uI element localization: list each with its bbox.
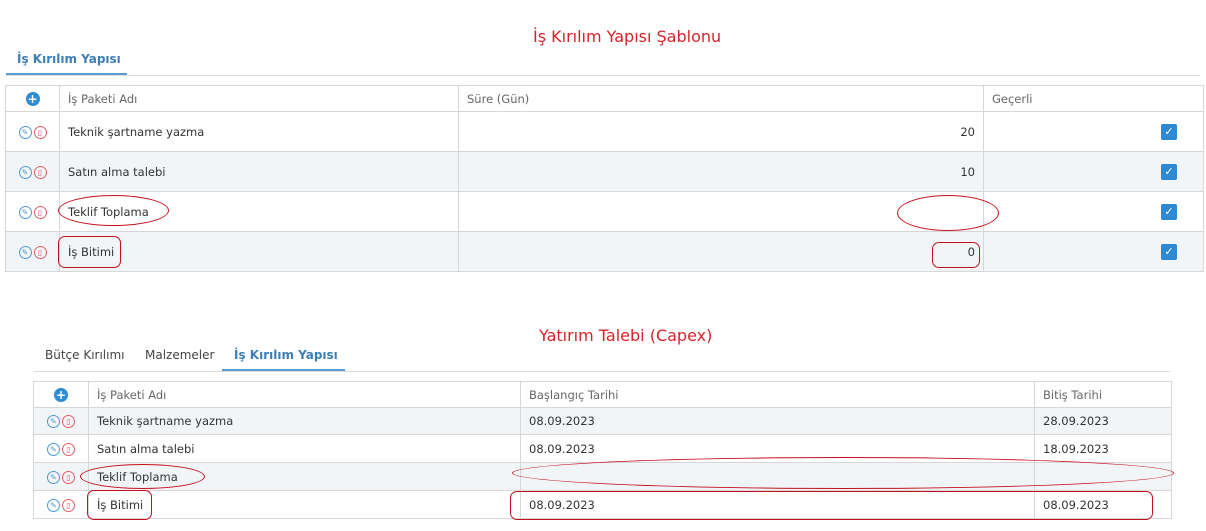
table-row: ✎ ▯ Teklif Toplama [33, 462, 1172, 491]
checkmark-icon[interactable]: ✓ [1161, 123, 1177, 140]
checkmark-icon[interactable]: ✓ [1161, 203, 1177, 220]
trash-icon[interactable]: ▯ [33, 245, 47, 259]
trash-icon[interactable]: ▯ [62, 415, 75, 428]
plus-circle-icon[interactable]: + [54, 387, 68, 402]
header-work-package[interactable]: İş Paketi Adı [59, 85, 459, 112]
checkmark-icon[interactable]: ✓ [1161, 163, 1177, 180]
pencil-icon[interactable]: ✎ [18, 245, 32, 259]
work-package-name: Teknik şartname yazma [88, 407, 521, 435]
pencil-icon[interactable]: ✎ [18, 205, 32, 219]
row-actions: ✎ ▯ [33, 490, 89, 519]
duration-value: 10 [458, 151, 984, 192]
end-date [1034, 462, 1172, 491]
duration-value: 0 [458, 231, 984, 272]
pencil-icon[interactable]: ✎ [47, 442, 60, 456]
table-row: ✎ ▯ Satın alma talebi 10 ✓ [5, 151, 1204, 192]
row-actions: ✎ ▯ [33, 407, 89, 435]
duration-value: 20 [458, 111, 984, 152]
header-valid[interactable]: Geçerli [983, 85, 1204, 112]
template-title: İş Kırılım Yapısı Şablonu [533, 27, 722, 46]
end-date: 28.09.2023 [1034, 407, 1172, 435]
trash-icon[interactable]: ▯ [33, 205, 47, 219]
capex-title: Yatırım Talebi (Capex) [539, 326, 713, 345]
table-header-row: + İş Paketi Adı Başlangıç Tarihi Bitiş T… [33, 381, 1172, 408]
add-header-cell: + [5, 85, 60, 112]
tab-materials[interactable]: Malzemeler [145, 348, 214, 362]
tab-bar-divider [34, 371, 1170, 372]
header-start-date[interactable]: Başlangıç Tarihi [520, 381, 1035, 408]
row-actions: ✎ ▯ [5, 191, 60, 232]
plus-circle-icon[interactable]: + [25, 91, 40, 106]
capex-table: + İş Paketi Adı Başlangıç Tarihi Bitiş T… [33, 381, 1172, 519]
start-date: 08.09.2023 [520, 407, 1035, 435]
duration-value [458, 191, 984, 232]
pencil-icon[interactable]: ✎ [47, 470, 60, 484]
trash-icon[interactable]: ▯ [62, 470, 75, 484]
trash-icon[interactable]: ▯ [33, 165, 47, 179]
row-actions: ✎ ▯ [5, 231, 60, 272]
pencil-icon[interactable]: ✎ [47, 498, 60, 512]
table-header-row: + İş Paketi Adı Süre (Gün) Geçerli [5, 85, 1204, 112]
tab-budget-breakdown[interactable]: Bütçe Kırılımı [45, 348, 125, 362]
row-actions: ✎ ▯ [33, 434, 89, 463]
start-date: 08.09.2023 [520, 434, 1035, 463]
end-date: 18.09.2023 [1034, 434, 1172, 463]
table-row: ✎ ▯ Teknik şartname yazma 08.09.2023 28.0… [33, 407, 1172, 435]
trash-icon[interactable]: ▯ [33, 125, 47, 139]
valid-cell: ✓ [983, 151, 1204, 192]
header-work-package[interactable]: İş Paketi Adı [88, 381, 521, 408]
row-actions: ✎ ▯ [5, 151, 60, 192]
tab-bar-divider [6, 75, 1200, 76]
work-package-name: Satın alma talebi [59, 151, 459, 192]
start-date: 08.09.2023 [520, 490, 1035, 519]
table-row: ✎ ▯ Satın alma talebi 08.09.2023 18.09.20… [33, 434, 1172, 463]
checkmark-icon[interactable]: ✓ [1161, 243, 1177, 260]
table-row: ✎ ▯ Teklif Toplama ✓ [5, 191, 1204, 232]
end-date: 08.09.2023 [1034, 490, 1172, 519]
pencil-icon[interactable]: ✎ [18, 165, 32, 179]
row-actions: ✎ ▯ [5, 111, 60, 152]
tab-work-breakdown[interactable]: İş Kırılım Yapısı [17, 52, 121, 66]
tab-work-breakdown[interactable]: İş Kırılım Yapısı [234, 348, 338, 362]
work-package-name: Satın alma talebi [88, 434, 521, 463]
template-table: + İş Paketi Adı Süre (Gün) Geçerli ✎ ▯ Te… [5, 85, 1204, 272]
add-header-cell: + [33, 381, 89, 408]
start-date [520, 462, 1035, 491]
pencil-icon[interactable]: ✎ [47, 415, 60, 428]
valid-cell: ✓ [983, 191, 1204, 232]
table-row: ✎ ▯ Teknik şartname yazma 20 ✓ [5, 111, 1204, 152]
table-row: ✎ ▯ İş Bitimi 08.09.2023 08.09.2023 [33, 490, 1172, 519]
work-package-name: Teknik şartname yazma [59, 111, 459, 152]
table-row: ✎ ▯ İş Bitimi 0 ✓ [5, 231, 1204, 272]
work-package-name: İş Bitimi [59, 231, 459, 272]
work-package-name: Teklif Toplama [88, 462, 521, 491]
work-package-name: Teklif Toplama [59, 191, 459, 232]
trash-icon[interactable]: ▯ [62, 498, 75, 512]
pencil-icon[interactable]: ✎ [18, 125, 32, 139]
header-end-date[interactable]: Bitiş Tarihi [1034, 381, 1172, 408]
trash-icon[interactable]: ▯ [62, 442, 75, 456]
work-package-name: İş Bitimi [88, 490, 521, 519]
valid-cell: ✓ [983, 111, 1204, 152]
row-actions: ✎ ▯ [33, 462, 89, 491]
header-duration[interactable]: Süre (Gün) [458, 85, 984, 112]
valid-cell: ✓ [983, 231, 1204, 272]
